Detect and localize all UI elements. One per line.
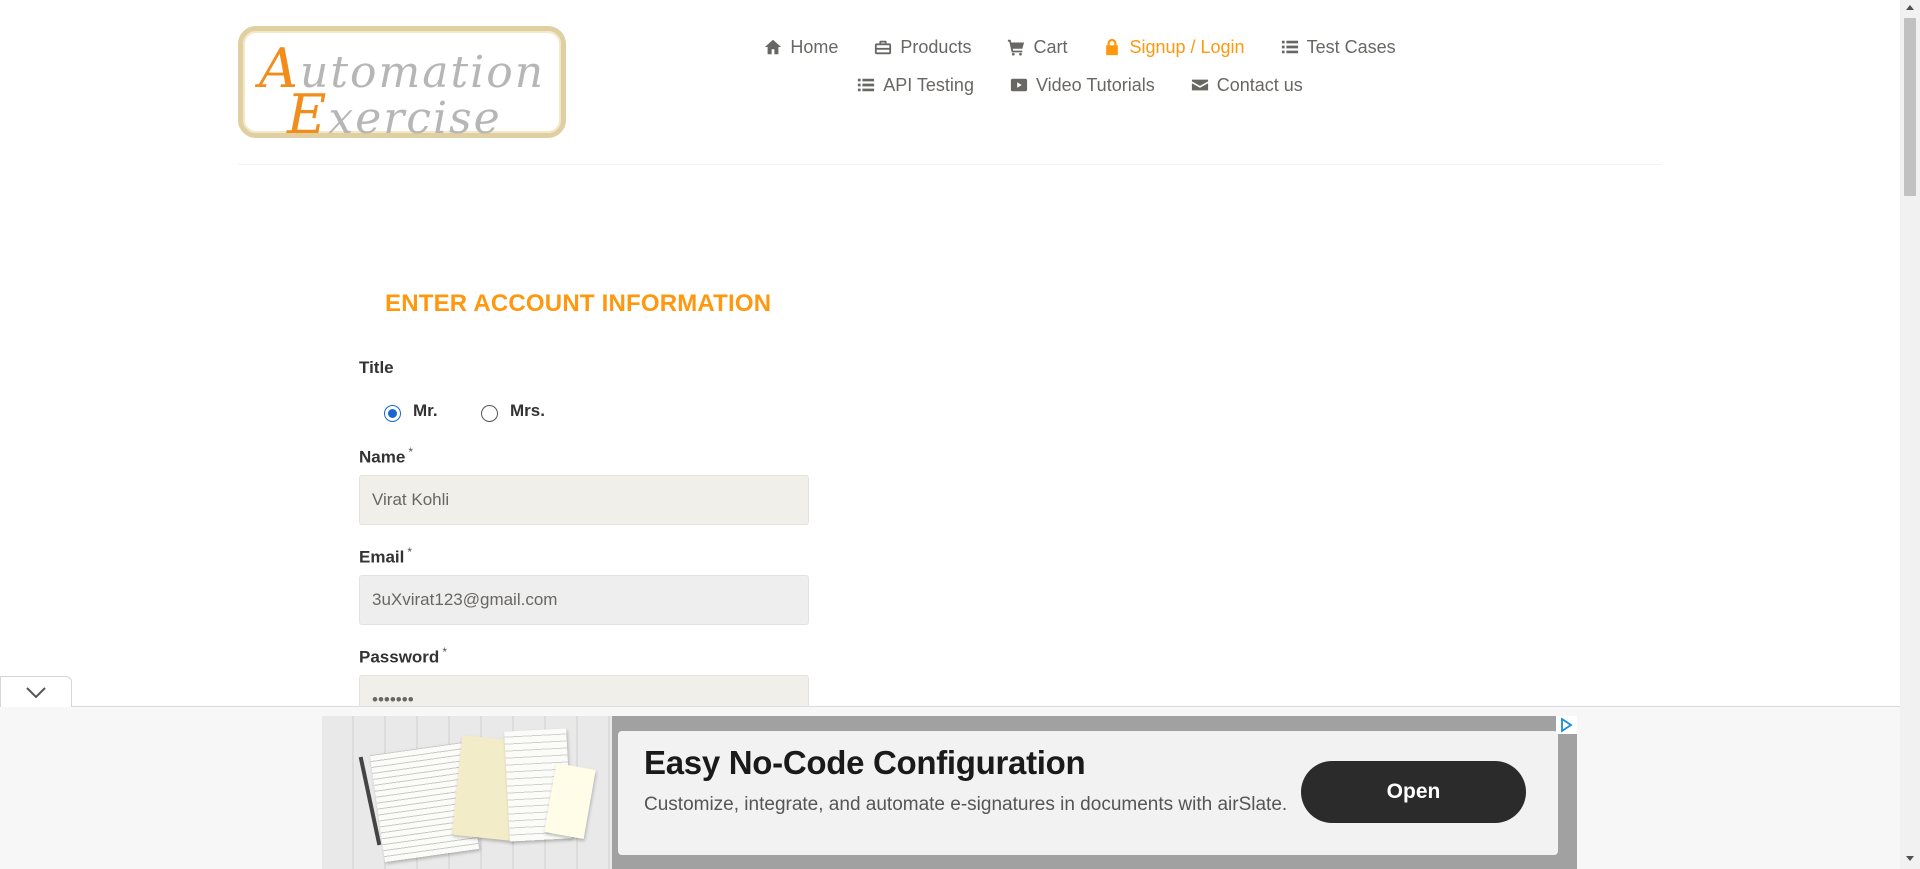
form-heading: ENTER ACCOUNT INFORMATION bbox=[385, 290, 772, 317]
chevron-down-icon bbox=[26, 687, 46, 699]
nav-home[interactable]: Home bbox=[764, 36, 838, 58]
ad-collapse-button[interactable] bbox=[0, 676, 72, 707]
main-nav: Home Products Cart Signup / Login Test C… bbox=[680, 36, 1480, 96]
ad-card[interactable]: Easy No-Code Configuration Customize, in… bbox=[618, 731, 1558, 855]
nav-cart[interactable]: Cart bbox=[1007, 36, 1067, 58]
ad-headline: Easy No-Code Configuration bbox=[644, 744, 1086, 781]
briefcase-icon bbox=[875, 40, 892, 55]
scroll-up-arrow[interactable] bbox=[1906, 5, 1914, 10]
title-mr-option[interactable]: Mr. bbox=[384, 401, 438, 422]
youtube-icon bbox=[1010, 78, 1028, 92]
ad-open-button[interactable]: Open bbox=[1301, 761, 1526, 823]
title-mr-radio[interactable] bbox=[384, 405, 401, 422]
title-mrs-radio[interactable] bbox=[481, 405, 498, 422]
email-label: Email * bbox=[359, 545, 413, 567]
header-divider bbox=[238, 164, 1662, 165]
page-scrollbar[interactable] bbox=[1900, 0, 1920, 869]
nav-contact-us[interactable]: Contact us bbox=[1191, 74, 1303, 96]
scroll-down-arrow[interactable] bbox=[1906, 856, 1914, 861]
lock-icon bbox=[1106, 38, 1119, 56]
ad-divider bbox=[0, 706, 1900, 707]
nav-signup-login[interactable]: Signup / Login bbox=[1103, 36, 1245, 58]
list-icon bbox=[1281, 40, 1298, 54]
logo-line-2: Exercise bbox=[287, 83, 502, 146]
title-mrs-label: Mrs. bbox=[510, 400, 545, 420]
envelope-icon bbox=[1191, 79, 1208, 91]
title-label: Title bbox=[359, 358, 394, 377]
cart-icon bbox=[1008, 39, 1025, 56]
nav-products[interactable]: Products bbox=[874, 36, 971, 58]
home-icon bbox=[765, 39, 782, 55]
scroll-thumb[interactable] bbox=[1904, 18, 1916, 196]
nav-video-tutorials[interactable]: Video Tutorials bbox=[1010, 74, 1155, 96]
name-field[interactable] bbox=[359, 475, 809, 525]
password-label: Password * bbox=[359, 645, 447, 667]
ad-choices-icon bbox=[1561, 717, 1573, 733]
email-field[interactable] bbox=[359, 575, 809, 625]
title-mrs-option[interactable]: Mrs. bbox=[481, 401, 545, 422]
ad-body-text: Customize, integrate, and automate e-sig… bbox=[644, 794, 1288, 815]
automation-exercise-logo[interactable]: Automation Exercise bbox=[238, 26, 566, 146]
site-header: Automation Exercise Home Products Cart S… bbox=[0, 0, 1900, 166]
list-icon bbox=[858, 78, 875, 92]
nav-test-cases[interactable]: Test Cases bbox=[1281, 36, 1396, 58]
ad-unit[interactable]: Easy No-Code Configuration Customize, in… bbox=[322, 716, 1577, 869]
name-label: Name * bbox=[359, 445, 413, 467]
nav-api-testing[interactable]: API Testing bbox=[857, 74, 974, 96]
title-mr-label: Mr. bbox=[413, 400, 438, 420]
ad-choices-button[interactable] bbox=[1556, 716, 1577, 734]
ad-documents-image bbox=[322, 716, 612, 869]
